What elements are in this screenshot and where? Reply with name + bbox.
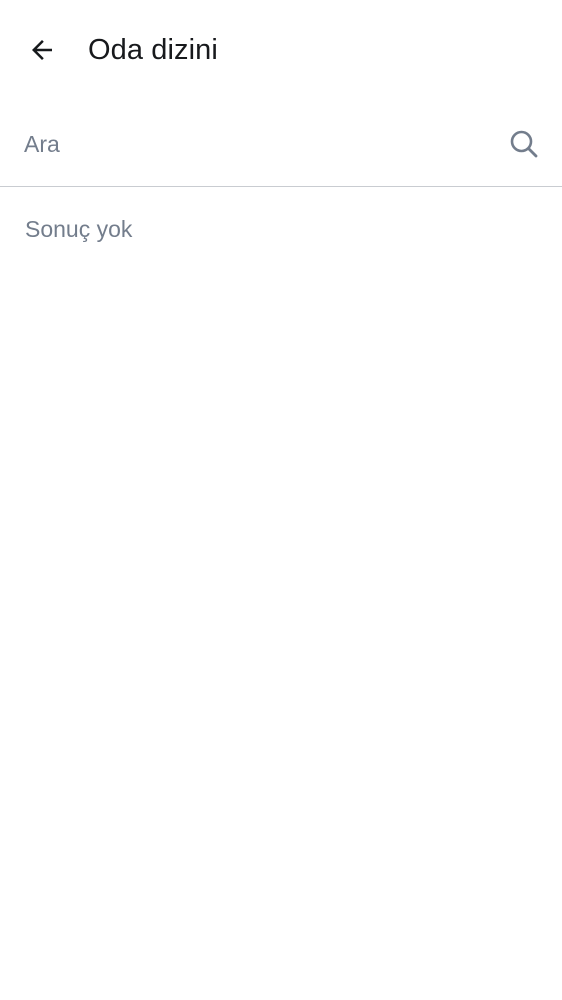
empty-results-message: Sonuç yok xyxy=(25,216,133,242)
back-button[interactable] xyxy=(20,28,64,72)
magnifier-glyph xyxy=(510,130,538,158)
search-input[interactable] xyxy=(24,124,484,164)
page-title: Oda dizini xyxy=(88,34,218,66)
toolbar: Oda dizini xyxy=(0,0,562,100)
search-bar xyxy=(0,100,562,187)
room-directory-screen: Oda dizini Sonuç yok xyxy=(0,0,562,1000)
search-icon[interactable] xyxy=(504,124,544,164)
arrow-left-icon xyxy=(32,40,52,60)
